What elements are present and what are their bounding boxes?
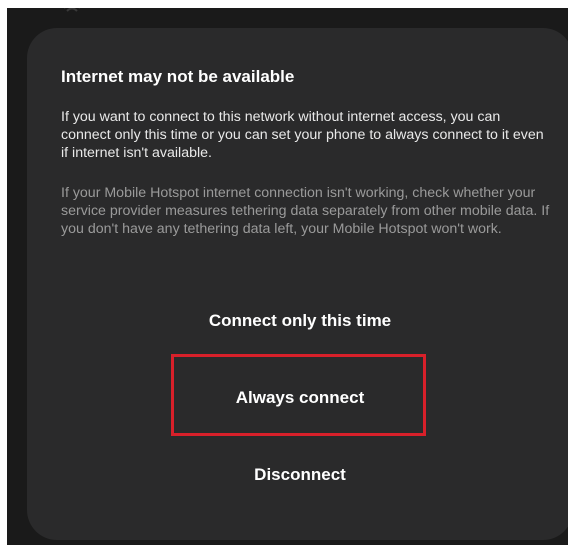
always-connect-button[interactable]: Always connect <box>27 388 568 408</box>
wifi-icon <box>64 8 80 12</box>
dialog-title: Internet may not be available <box>61 67 295 86</box>
network-warning-dialog: Internet may not be available If you wan… <box>27 28 568 540</box>
dialog-message-primary: If you want to connect to this network w… <box>61 109 544 161</box>
phone-screen: Internet may not be available If you wan… <box>7 8 568 545</box>
connect-only-this-time-button[interactable]: Connect only this time <box>27 311 568 331</box>
disconnect-button[interactable]: Disconnect <box>27 465 568 485</box>
dialog-message-secondary: If your Mobile Hotspot internet connecti… <box>61 185 550 237</box>
background-status-row <box>63 8 223 16</box>
